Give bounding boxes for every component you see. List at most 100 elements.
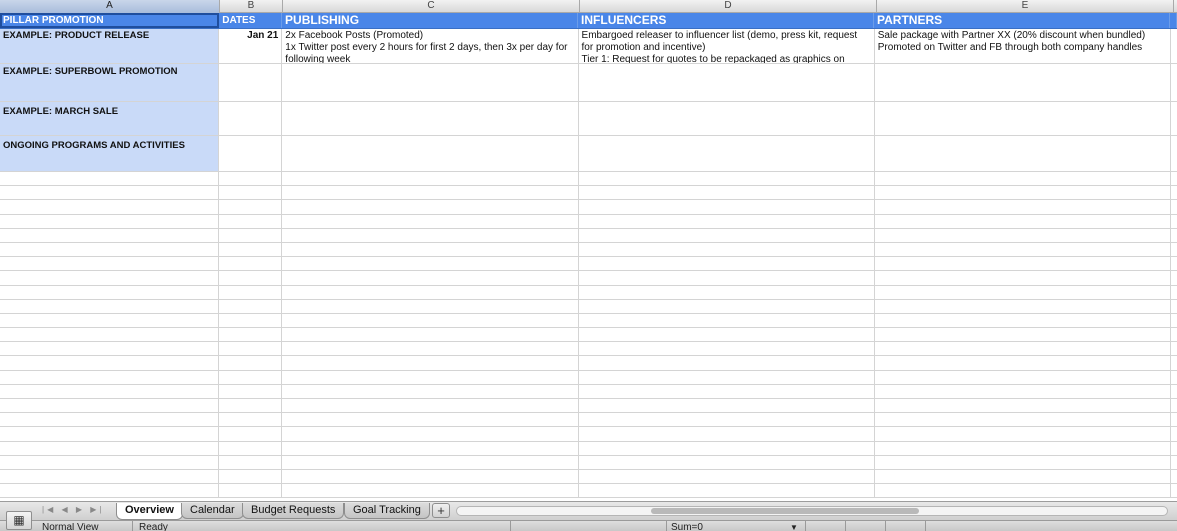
empty-cell[interactable] [282,328,579,342]
column-header-a[interactable]: A [0,0,220,13]
empty-cell[interactable] [219,328,283,342]
empty-cell[interactable] [875,214,1171,228]
empty-cell[interactable] [875,356,1171,370]
cell-f3[interactable] [1171,64,1177,101]
empty-cell[interactable] [875,186,1171,200]
empty-cell[interactable] [579,370,875,384]
empty-cell[interactable] [579,228,875,242]
empty-cell[interactable] [875,469,1171,484]
empty-cell[interactable] [219,441,283,455]
empty-cell[interactable] [219,356,283,370]
empty-cell[interactable] [1171,286,1177,299]
sheet-nav-arrows-icon[interactable]: |◀ ◀ ▶ ▶| [42,505,104,514]
empty-cell[interactable] [219,186,283,200]
empty-cell[interactable] [1171,413,1177,426]
empty-cell[interactable] [1171,385,1177,398]
empty-cell[interactable] [219,271,283,285]
tab-calendar[interactable]: Calendar [181,503,244,519]
empty-cell[interactable] [282,257,579,271]
empty-cell[interactable] [875,370,1171,384]
empty-cell[interactable] [219,370,283,384]
empty-cell[interactable] [0,299,220,313]
empty-cell[interactable] [875,172,1171,186]
empty-cell[interactable] [0,228,220,242]
empty-cell[interactable] [282,271,579,285]
empty-cell[interactable] [579,242,875,257]
empty-cell[interactable] [282,484,579,498]
empty-cell[interactable] [0,469,220,484]
empty-cell[interactable] [1171,229,1177,242]
empty-cell[interactable] [219,299,283,313]
empty-cell[interactable] [219,455,283,469]
empty-cell[interactable] [579,313,875,328]
empty-cell[interactable] [282,186,579,200]
column-header-d[interactable]: D [580,0,877,13]
column-header-e[interactable]: E [877,0,1174,13]
cell-b3[interactable] [219,64,283,101]
empty-cell[interactable] [1171,172,1177,185]
empty-cell[interactable] [219,384,283,398]
empty-cell[interactable] [282,370,579,384]
empty-cell[interactable] [282,427,579,441]
empty-cell[interactable] [219,200,283,214]
cell-c3[interactable] [282,64,579,101]
empty-cell[interactable] [875,399,1171,413]
empty-cell[interactable] [0,384,220,398]
empty-cell[interactable] [219,469,283,484]
empty-cell[interactable] [579,484,875,498]
empty-cell[interactable] [0,242,220,257]
empty-cell[interactable] [579,455,875,469]
empty-cell[interactable] [875,384,1171,398]
empty-cell[interactable] [875,242,1171,257]
empty-cell[interactable] [1171,243,1177,256]
empty-cell[interactable] [1171,215,1177,228]
empty-cell[interactable] [282,455,579,469]
empty-cell[interactable] [219,257,283,271]
empty-cell[interactable] [579,441,875,455]
empty-cell[interactable] [579,214,875,228]
empty-cell[interactable] [0,399,220,413]
cell-c2[interactable]: 2x Facebook Posts (Promoted) 1x Twitter … [282,29,579,63]
empty-cell[interactable] [579,186,875,200]
grid-view-icon[interactable]: ▦ [6,511,32,530]
empty-cell[interactable] [579,342,875,356]
empty-cell[interactable] [579,285,875,299]
empty-cell[interactable] [0,484,220,498]
empty-cell[interactable] [282,242,579,257]
empty-cell[interactable] [579,257,875,271]
horizontal-scrollbar-thumb[interactable] [651,508,919,514]
empty-cell[interactable] [875,285,1171,299]
empty-cell[interactable] [0,285,220,299]
empty-cell[interactable] [579,271,875,285]
empty-cell[interactable] [0,214,220,228]
empty-cell[interactable] [0,200,220,214]
empty-cell[interactable] [282,342,579,356]
cell-d2[interactable]: Embargoed releaser to influencer list (d… [579,29,875,63]
cell-e1[interactable]: PARTNERS [874,13,1170,28]
empty-cell[interactable] [282,384,579,398]
add-sheet-button[interactable]: + [432,503,450,518]
cell-b1[interactable]: DATES [219,13,283,28]
cell-a1[interactable]: PILLAR PROMOTION [0,13,220,28]
empty-cell[interactable] [0,356,220,370]
cell-b4[interactable] [219,102,283,135]
empty-cell[interactable] [1171,271,1177,284]
empty-cell[interactable] [1171,484,1177,497]
empty-cell[interactable] [875,427,1171,441]
empty-cell[interactable] [0,172,220,186]
cell-e5[interactable] [875,136,1171,171]
empty-cell[interactable] [579,399,875,413]
empty-cell[interactable] [219,214,283,228]
empty-cell[interactable] [0,413,220,427]
cell-a5[interactable]: ONGOING PROGRAMS AND ACTIVITIES [0,136,220,171]
sum-readout[interactable]: Sum=0 [671,523,703,531]
empty-cell[interactable] [219,228,283,242]
empty-cell[interactable] [875,328,1171,342]
empty-cell[interactable] [1171,427,1177,440]
cell-b2[interactable]: Jan 21 [219,29,283,63]
empty-cell[interactable] [219,427,283,441]
cell-a2[interactable]: EXAMPLE: PRODUCT RELEASE [0,29,220,63]
empty-cell[interactable] [282,228,579,242]
cell-e3[interactable] [875,64,1171,101]
empty-cell[interactable] [0,186,220,200]
